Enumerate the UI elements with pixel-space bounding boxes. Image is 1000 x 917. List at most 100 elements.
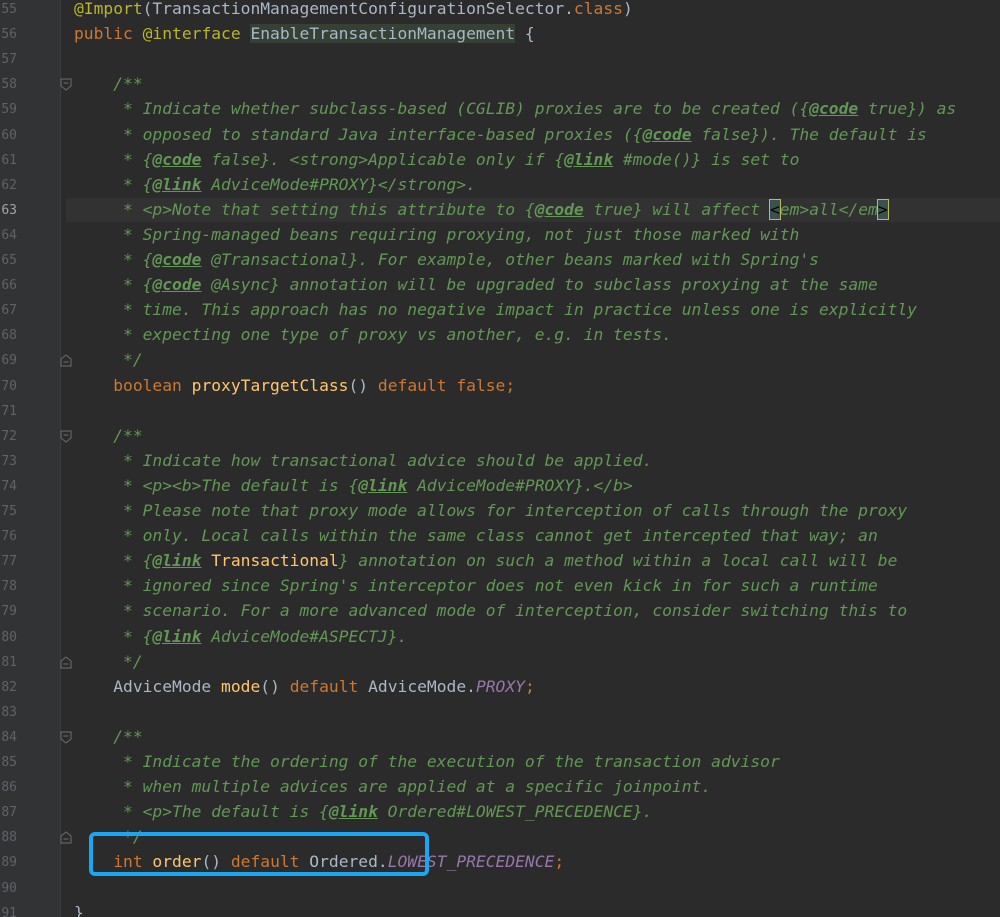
- code-line[interactable]: boolean proxyTargetClass() default false…: [74, 374, 515, 398]
- code-line[interactable]: * <p>The default is {@link Ordered#LOWES…: [74, 800, 652, 824]
- code-token: @Import: [74, 0, 143, 18]
- code-token: @Transactional}. For example, other bean…: [201, 250, 819, 269]
- code-line[interactable]: */: [74, 348, 143, 372]
- code-line[interactable]: * {@code @Transactional}. For example, o…: [74, 248, 819, 272]
- line-number: 56: [1, 27, 17, 43]
- line-number: 63: [1, 202, 17, 218]
- code-token: false}. <strong>Applicable only if {: [201, 149, 565, 169]
- code-line[interactable]: /**: [74, 72, 142, 96]
- code-line[interactable]: @Import(TransactionManagementConfigurati…: [74, 0, 633, 21]
- code-line[interactable]: * {@link AdviceMode#PROXY}</strong>.: [74, 173, 476, 197]
- code-token: * Please note that proxy mode allows for…: [74, 501, 908, 520]
- code-token: @interface: [142, 24, 251, 44]
- code-line[interactable]: * <p>Note that setting this attribute to…: [74, 198, 889, 222]
- code-token: AdviceMode#PROXY}</strong>.: [201, 174, 476, 194]
- code-token: /**: [74, 726, 143, 746]
- code-token: ): [622, 0, 633, 18]
- code-token: * only. Local calls within the same clas…: [74, 526, 878, 546]
- code-token: @Async} annotation will be upgraded to s…: [201, 275, 878, 295]
- fold-open-icon[interactable]: [60, 78, 74, 91]
- code-token: }: [74, 902, 84, 917]
- code-token: AdviceMode.: [368, 676, 476, 696]
- code-token: {: [515, 24, 535, 44]
- line-number: 84: [1, 729, 17, 745]
- code-token: * {: [74, 149, 153, 169]
- line-number: 79: [1, 604, 17, 620]
- code-token: */: [74, 350, 143, 370]
- code-token: AdviceMode#ASPECTJ}.: [201, 626, 408, 646]
- line-number: 60: [1, 127, 17, 143]
- code-line[interactable]: * Spring-managed beans requiring proxyin…: [74, 223, 799, 247]
- line-number: 76: [1, 529, 17, 545]
- line-number: 89: [1, 855, 17, 871]
- annotation-highlight-box: [89, 832, 429, 876]
- code-line[interactable]: }: [74, 901, 84, 917]
- code-token: * Indicate whether subclass-based (CGLIB…: [74, 99, 810, 119]
- code-line[interactable]: * <p><b>The default is {@link AdviceMode…: [74, 474, 633, 498]
- code-line[interactable]: * {@link Transactional} annotation on su…: [74, 549, 897, 573]
- code-token: @code: [642, 124, 692, 144]
- code-line[interactable]: * Please note that proxy mode allows for…: [74, 499, 907, 523]
- fold-close-icon[interactable]: [60, 831, 74, 844]
- code-token: <: [768, 198, 781, 220]
- code-line[interactable]: * {@code false}. <strong>Applicable only…: [74, 148, 799, 172]
- code-line[interactable]: * only. Local calls within the same clas…: [74, 524, 878, 548]
- code-token: (): [348, 375, 378, 395]
- code-token: @link: [328, 802, 378, 822]
- code-token: Transactional: [211, 551, 339, 571]
- code-token: * <p>Note that setting this attribute to…: [74, 199, 535, 219]
- code-line[interactable]: * ignored since Spring's interceptor doe…: [74, 574, 878, 598]
- code-line[interactable]: */: [74, 650, 143, 674]
- code-token: ;: [554, 852, 565, 872]
- code-token: @code: [534, 199, 584, 219]
- line-number: 70: [1, 378, 17, 394]
- fold-open-icon[interactable]: [60, 731, 74, 744]
- code-token: EnableTransactionManagement: [250, 24, 516, 44]
- line-number: 66: [1, 278, 17, 294]
- code-line[interactable]: AdviceMode mode() default AdviceMode.PRO…: [74, 675, 535, 699]
- line-number: 64: [1, 227, 17, 243]
- line-number: 86: [1, 780, 17, 796]
- code-line[interactable]: /**: [74, 424, 142, 448]
- code-line[interactable]: public @interface EnableTransactionManag…: [74, 22, 535, 46]
- code-token: default false;: [377, 375, 516, 395]
- code-token: @code: [152, 250, 202, 269]
- line-number: 61: [1, 152, 17, 168]
- code-token: */: [74, 651, 143, 671]
- code-token: mode: [221, 676, 261, 696]
- code-token: em>all</em: [779, 199, 878, 219]
- code-line[interactable]: * Indicate the ordering of the execution…: [74, 750, 780, 774]
- code-token: @link: [152, 551, 202, 571]
- code-line[interactable]: * opposed to standard Java interface-bas…: [74, 123, 927, 147]
- line-number: 80: [1, 629, 17, 645]
- code-area[interactable]: @Import(TransactionManagementConfigurati…: [66, 0, 1000, 917]
- code-token: @link: [152, 626, 202, 646]
- code-editor[interactable]: 55 56 57 58 59 60 61 62 63 64 65 66 67 68 69 70 71 72 73 74…: [0, 0, 1000, 917]
- code-line[interactable]: * expecting one type of proxy vs another…: [74, 323, 672, 347]
- line-number: 78: [1, 579, 17, 595]
- code-token: * when multiple advices are applied at a…: [74, 777, 712, 797]
- code-line[interactable]: * {@link AdviceMode#ASPECTJ}.: [74, 625, 407, 649]
- code-line[interactable]: * scenario. For a more advanced mode of …: [74, 599, 907, 623]
- gutter-divider: [60, 0, 61, 917]
- fold-close-icon[interactable]: [60, 655, 74, 669]
- code-token: * <p>The default is {: [74, 802, 329, 822]
- code-token: @link: [564, 149, 614, 169]
- code-token: proxyTargetClass: [191, 375, 349, 395]
- code-token: true}) as: [858, 99, 957, 119]
- code-line[interactable]: * when multiple advices are applied at a…: [74, 775, 711, 799]
- code-line[interactable]: /**: [74, 725, 143, 749]
- code-line[interactable]: * Indicate whether subclass-based (CGLIB…: [74, 97, 956, 121]
- code-token: * Indicate the ordering of the execution…: [74, 752, 780, 771]
- code-line[interactable]: * {@code @Async} annotation will be upgr…: [74, 273, 878, 297]
- line-number: 91: [1, 905, 17, 917]
- line-number: 90: [1, 880, 17, 896]
- code-token: class: [573, 0, 623, 18]
- fold-open-icon[interactable]: [60, 430, 74, 443]
- code-line[interactable]: * time. This approach has no negative im…: [74, 298, 917, 322]
- code-line[interactable]: * Indicate how transactional advice shou…: [74, 449, 652, 473]
- fold-close-icon[interactable]: [60, 354, 74, 367]
- code-token: * time. This approach has no negative im…: [74, 300, 917, 320]
- line-number: 77: [1, 554, 17, 570]
